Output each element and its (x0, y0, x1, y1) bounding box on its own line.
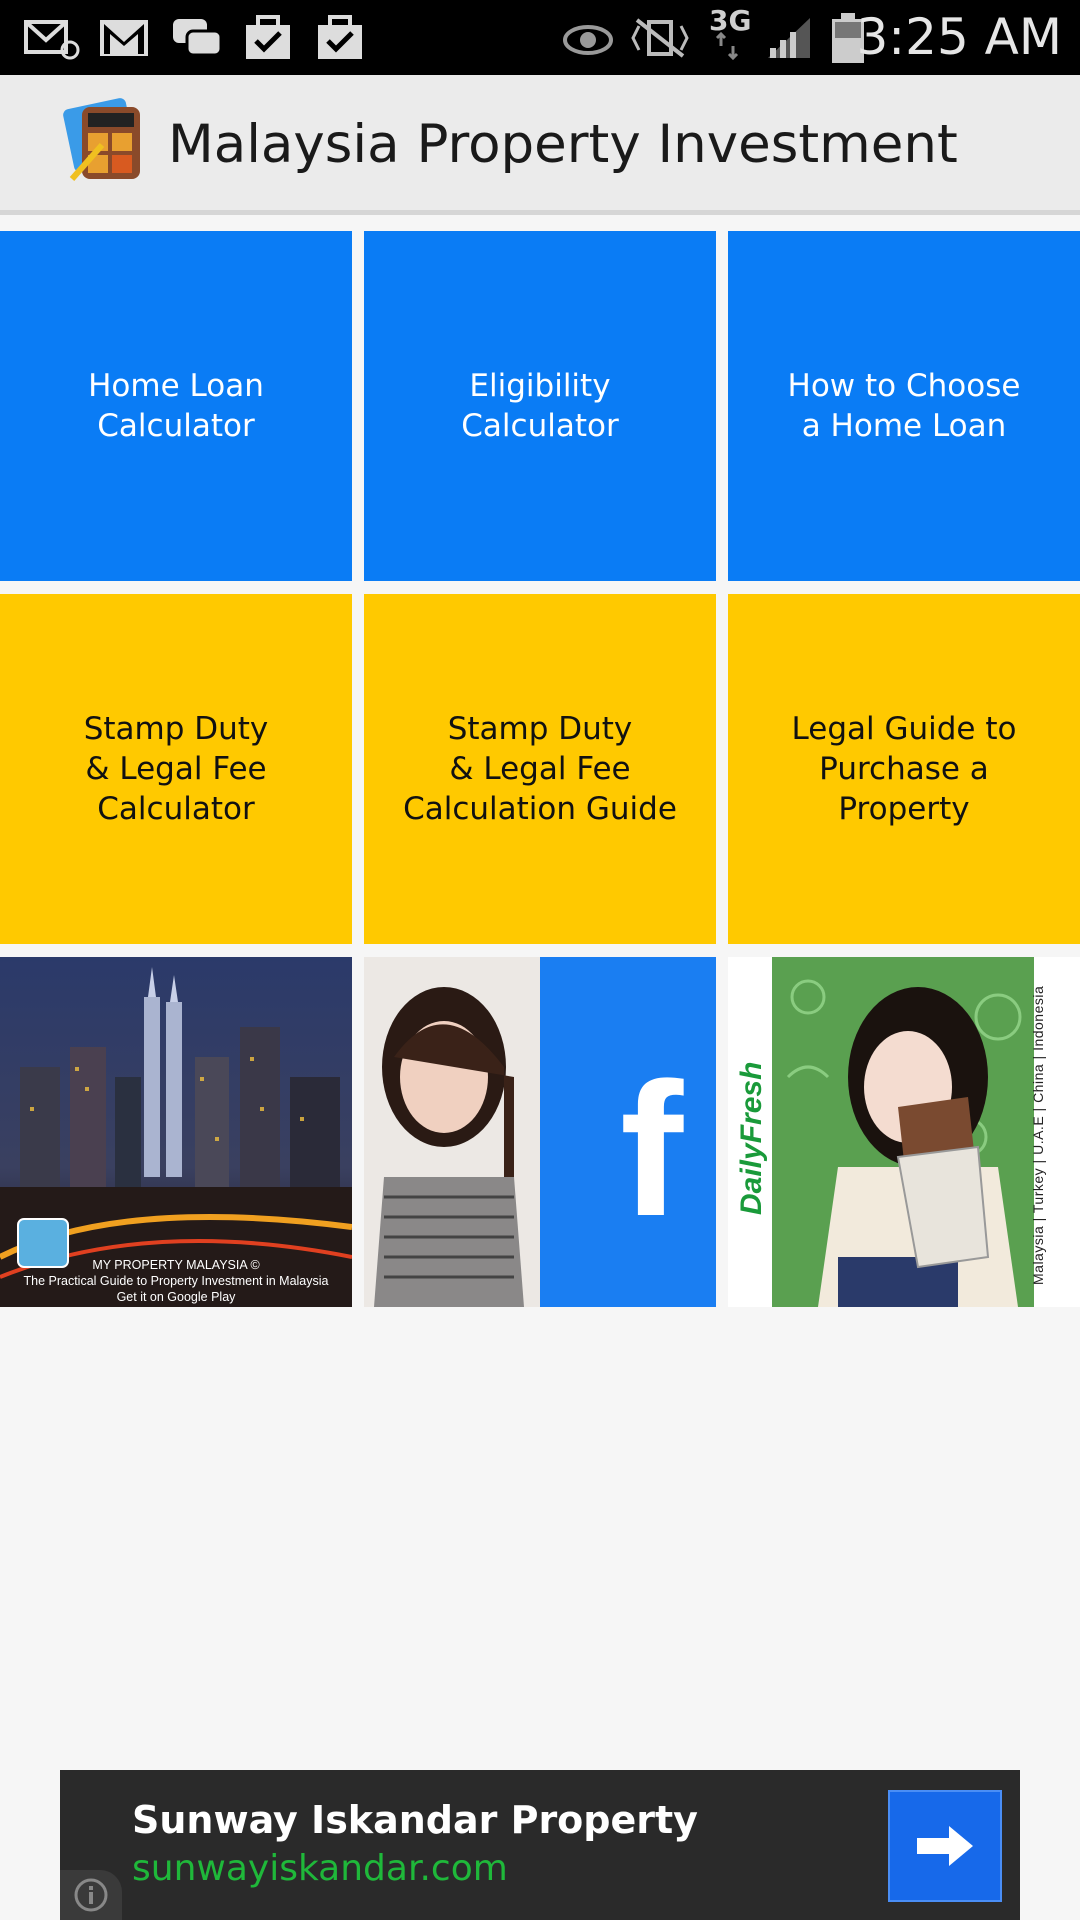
vibrate-mute-icon (624, 0, 696, 75)
clock: 3:25 AM (856, 8, 1062, 66)
app-bar: Malaysia Property Investment (0, 75, 1080, 215)
task-check-icon (242, 0, 294, 75)
eye-icon (560, 0, 616, 75)
gmail-icon (96, 0, 152, 75)
ad-url: sunwayiskandar.com (132, 1848, 508, 1889)
promo-caption: MY PROPERTY MALAYSIA © The Practical Gui… (23, 1258, 329, 1304)
data-arrows-icon (712, 26, 742, 66)
app-title: Malaysia Property Investment (168, 114, 958, 175)
calculator-app-icon[interactable] (62, 97, 154, 189)
legal-guide-tile[interactable]: Legal Guide to Purchase a Property (728, 594, 1080, 944)
home-loan-calculator-tile[interactable]: Home Loan Calculator (0, 231, 352, 581)
my-property-malaysia-promo[interactable]: MY PROPERTY MALAYSIA © The Practical Gui… (0, 957, 352, 1307)
dailyfresh-ad-image (728, 957, 1080, 1307)
signal-icon (764, 0, 814, 75)
city-skyline-image (0, 957, 352, 1307)
email-at-icon (22, 0, 82, 75)
stamp-duty-guide-tile[interactable]: Stamp Duty & Legal Fee Calculation Guide (364, 594, 716, 944)
stamp-duty-calculator-tile[interactable]: Stamp Duty & Legal Fee Calculator (0, 594, 352, 944)
facebook-icon: f (620, 1044, 684, 1256)
chat-bubbles-icon (170, 0, 226, 75)
dailyfresh-countries: Malaysia | Turkey | U.A.E | China | Indo… (1030, 985, 1046, 1285)
ad-title: Sunway Iskandar Property (132, 1798, 698, 1842)
eligibility-calculator-tile[interactable]: Eligibility Calculator (364, 231, 716, 581)
arrow-right-icon (917, 1826, 973, 1866)
ad-banner[interactable]: Sunway Iskandar Property sunwayiskandar.… (60, 1770, 1020, 1920)
task-check-icon (314, 0, 366, 75)
dailyfresh-logo: DailyFresh (735, 1061, 768, 1215)
dailyfresh-promo[interactable] (728, 957, 1080, 1307)
ad-open-button[interactable] (888, 1790, 1002, 1902)
status-bar: 3G 3:25 AM (0, 0, 1080, 75)
choose-home-loan-tile[interactable]: How to Choose a Home Loan (728, 231, 1080, 581)
ad-info-icon[interactable] (60, 1870, 122, 1920)
